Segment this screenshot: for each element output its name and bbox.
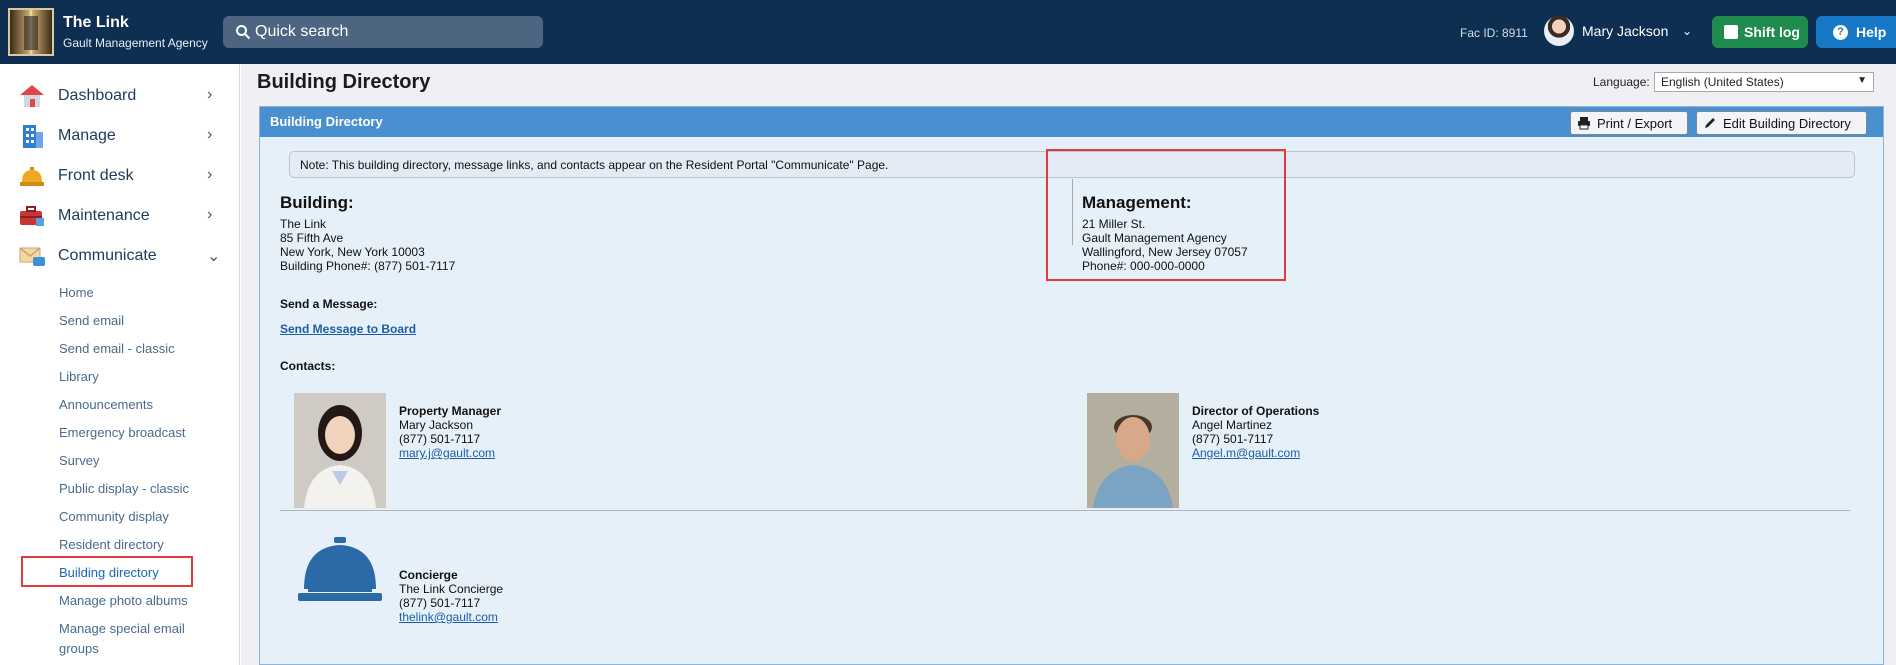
sidebar-item-manage[interactable]: Manage › xyxy=(0,116,240,156)
sidebar-sub-survey[interactable]: Survey xyxy=(59,453,99,468)
pencil-icon xyxy=(1705,118,1715,128)
question-icon: ? xyxy=(1833,25,1848,40)
sidebar-sub-manage-special-email[interactable]: Manage special email xyxy=(59,621,185,636)
contact-email-link[interactable]: Angel.m@gault.com xyxy=(1192,446,1300,460)
chevron-right-icon: › xyxy=(207,86,213,103)
sidebar-sub-manage-photo-albums[interactable]: Manage photo albums xyxy=(59,593,188,608)
contact-email-link[interactable]: mary.j@gault.com xyxy=(399,446,495,460)
building-city: New York, New York 10003 xyxy=(280,245,425,259)
contact-phone: (877) 501-7117 xyxy=(1192,432,1274,446)
chevron-right-icon: › xyxy=(207,166,213,183)
send-message-heading: Send a Message: xyxy=(280,297,378,311)
language-label: Language: xyxy=(1593,75,1650,89)
sidebar: Dashboard › Manage › Front desk › Mainte… xyxy=(0,64,240,665)
contacts-divider xyxy=(280,510,1850,511)
building-street: 85 Fifth Ave xyxy=(280,231,344,245)
shift-log-button[interactable]: Shift log xyxy=(1712,16,1808,48)
envelope-chat-icon xyxy=(19,247,45,266)
contact-role: Concierge xyxy=(399,568,458,582)
sidebar-sub-community-display[interactable]: Community display xyxy=(59,509,169,524)
bell-icon xyxy=(20,167,44,186)
building-directory-panel: Building Directory Print / Export Edit B… xyxy=(259,106,1884,665)
sidebar-sub-resident-directory[interactable]: Resident directory xyxy=(59,537,164,552)
sidebar-sub-public-display-classic[interactable]: Public display - classic xyxy=(59,481,189,496)
highlight-box-management xyxy=(1046,149,1286,281)
sidebar-sub-send-email-classic[interactable]: Send email - classic xyxy=(59,341,175,356)
sidebar-sub-send-email[interactable]: Send email xyxy=(59,313,124,328)
house-icon xyxy=(20,85,44,107)
dropdown-arrow-icon: ▼ xyxy=(1857,75,1867,86)
quick-search-input[interactable]: Quick search xyxy=(223,16,543,48)
app-subtitle: Gault Management Agency xyxy=(63,36,208,50)
building-icon xyxy=(23,125,43,148)
contact-email-link[interactable]: thelink@gault.com xyxy=(399,610,498,624)
panel-header: Building Directory Print / Export Edit B… xyxy=(260,107,1883,137)
contact-phone: (877) 501-7117 xyxy=(399,596,481,610)
user-menu[interactable]: Mary Jackson xyxy=(1582,23,1668,39)
sidebar-item-maintenance[interactable]: Maintenance › xyxy=(0,196,240,236)
main-content: Building Directory Language: English (Un… xyxy=(241,64,1896,665)
app-logo[interactable] xyxy=(8,8,54,56)
contact-role: Director of Operations xyxy=(1192,404,1320,418)
director-of-operations-photo xyxy=(1087,393,1179,508)
search-icon xyxy=(236,25,251,40)
chevron-right-icon: › xyxy=(207,126,213,143)
sidebar-item-front-desk[interactable]: Front desk › xyxy=(0,156,240,196)
contact-name: The Link Concierge xyxy=(399,582,504,596)
user-avatar[interactable] xyxy=(1544,16,1574,46)
send-message-to-board-link[interactable]: Send Message to Board xyxy=(280,322,416,336)
app-title: The Link xyxy=(63,14,129,31)
sidebar-item-dashboard[interactable]: Dashboard › xyxy=(0,76,240,116)
contact-name: Angel Martinez xyxy=(1192,418,1273,432)
building-phone: Building Phone#: (877) 501-7117 xyxy=(280,259,456,273)
sidebar-item-communicate[interactable]: Communicate ⌄ xyxy=(0,236,240,276)
contact-phone: (877) 501-7117 xyxy=(399,432,481,446)
building-heading: Building: xyxy=(280,193,354,212)
contacts-heading: Contacts: xyxy=(280,359,336,373)
clipboard-edit-icon xyxy=(1724,25,1738,39)
help-button[interactable]: ? Help xyxy=(1816,16,1896,48)
language-select[interactable]: English (United States) ▼ xyxy=(1654,72,1874,92)
panel-title: Building Directory xyxy=(270,114,383,129)
sidebar-sub-home[interactable]: Home xyxy=(59,285,94,300)
property-manager-photo xyxy=(294,393,386,508)
contact-role: Property Manager xyxy=(399,404,502,418)
concierge-bell-icon xyxy=(298,537,382,601)
edit-building-directory-button[interactable]: Edit Building Directory xyxy=(1696,111,1867,135)
printer-icon xyxy=(1578,117,1590,130)
chevron-right-icon: › xyxy=(207,206,213,223)
building-name: The Link xyxy=(280,217,327,231)
sidebar-sub-groups[interactable]: groups xyxy=(59,641,99,656)
highlight-box-building-directory xyxy=(21,556,193,587)
search-placeholder: Quick search xyxy=(255,23,349,40)
chevron-down-icon[interactable]: ⌄ xyxy=(1682,24,1692,38)
contact-name: Mary Jackson xyxy=(399,418,474,432)
chevron-down-icon: ⌄ xyxy=(207,248,221,265)
page-title: Building Directory xyxy=(257,71,431,93)
toolbox-icon xyxy=(20,206,44,226)
print-export-button[interactable]: Print / Export xyxy=(1570,111,1688,135)
sidebar-sub-emergency-broadcast[interactable]: Emergency broadcast xyxy=(59,425,185,440)
sidebar-sub-announcements[interactable]: Announcements xyxy=(59,397,153,412)
facility-id: Fac ID: 8911 xyxy=(1460,26,1528,40)
sidebar-sub-library[interactable]: Library xyxy=(59,369,99,384)
top-bar: The Link Gault Management Agency Quick s… xyxy=(0,0,1896,64)
